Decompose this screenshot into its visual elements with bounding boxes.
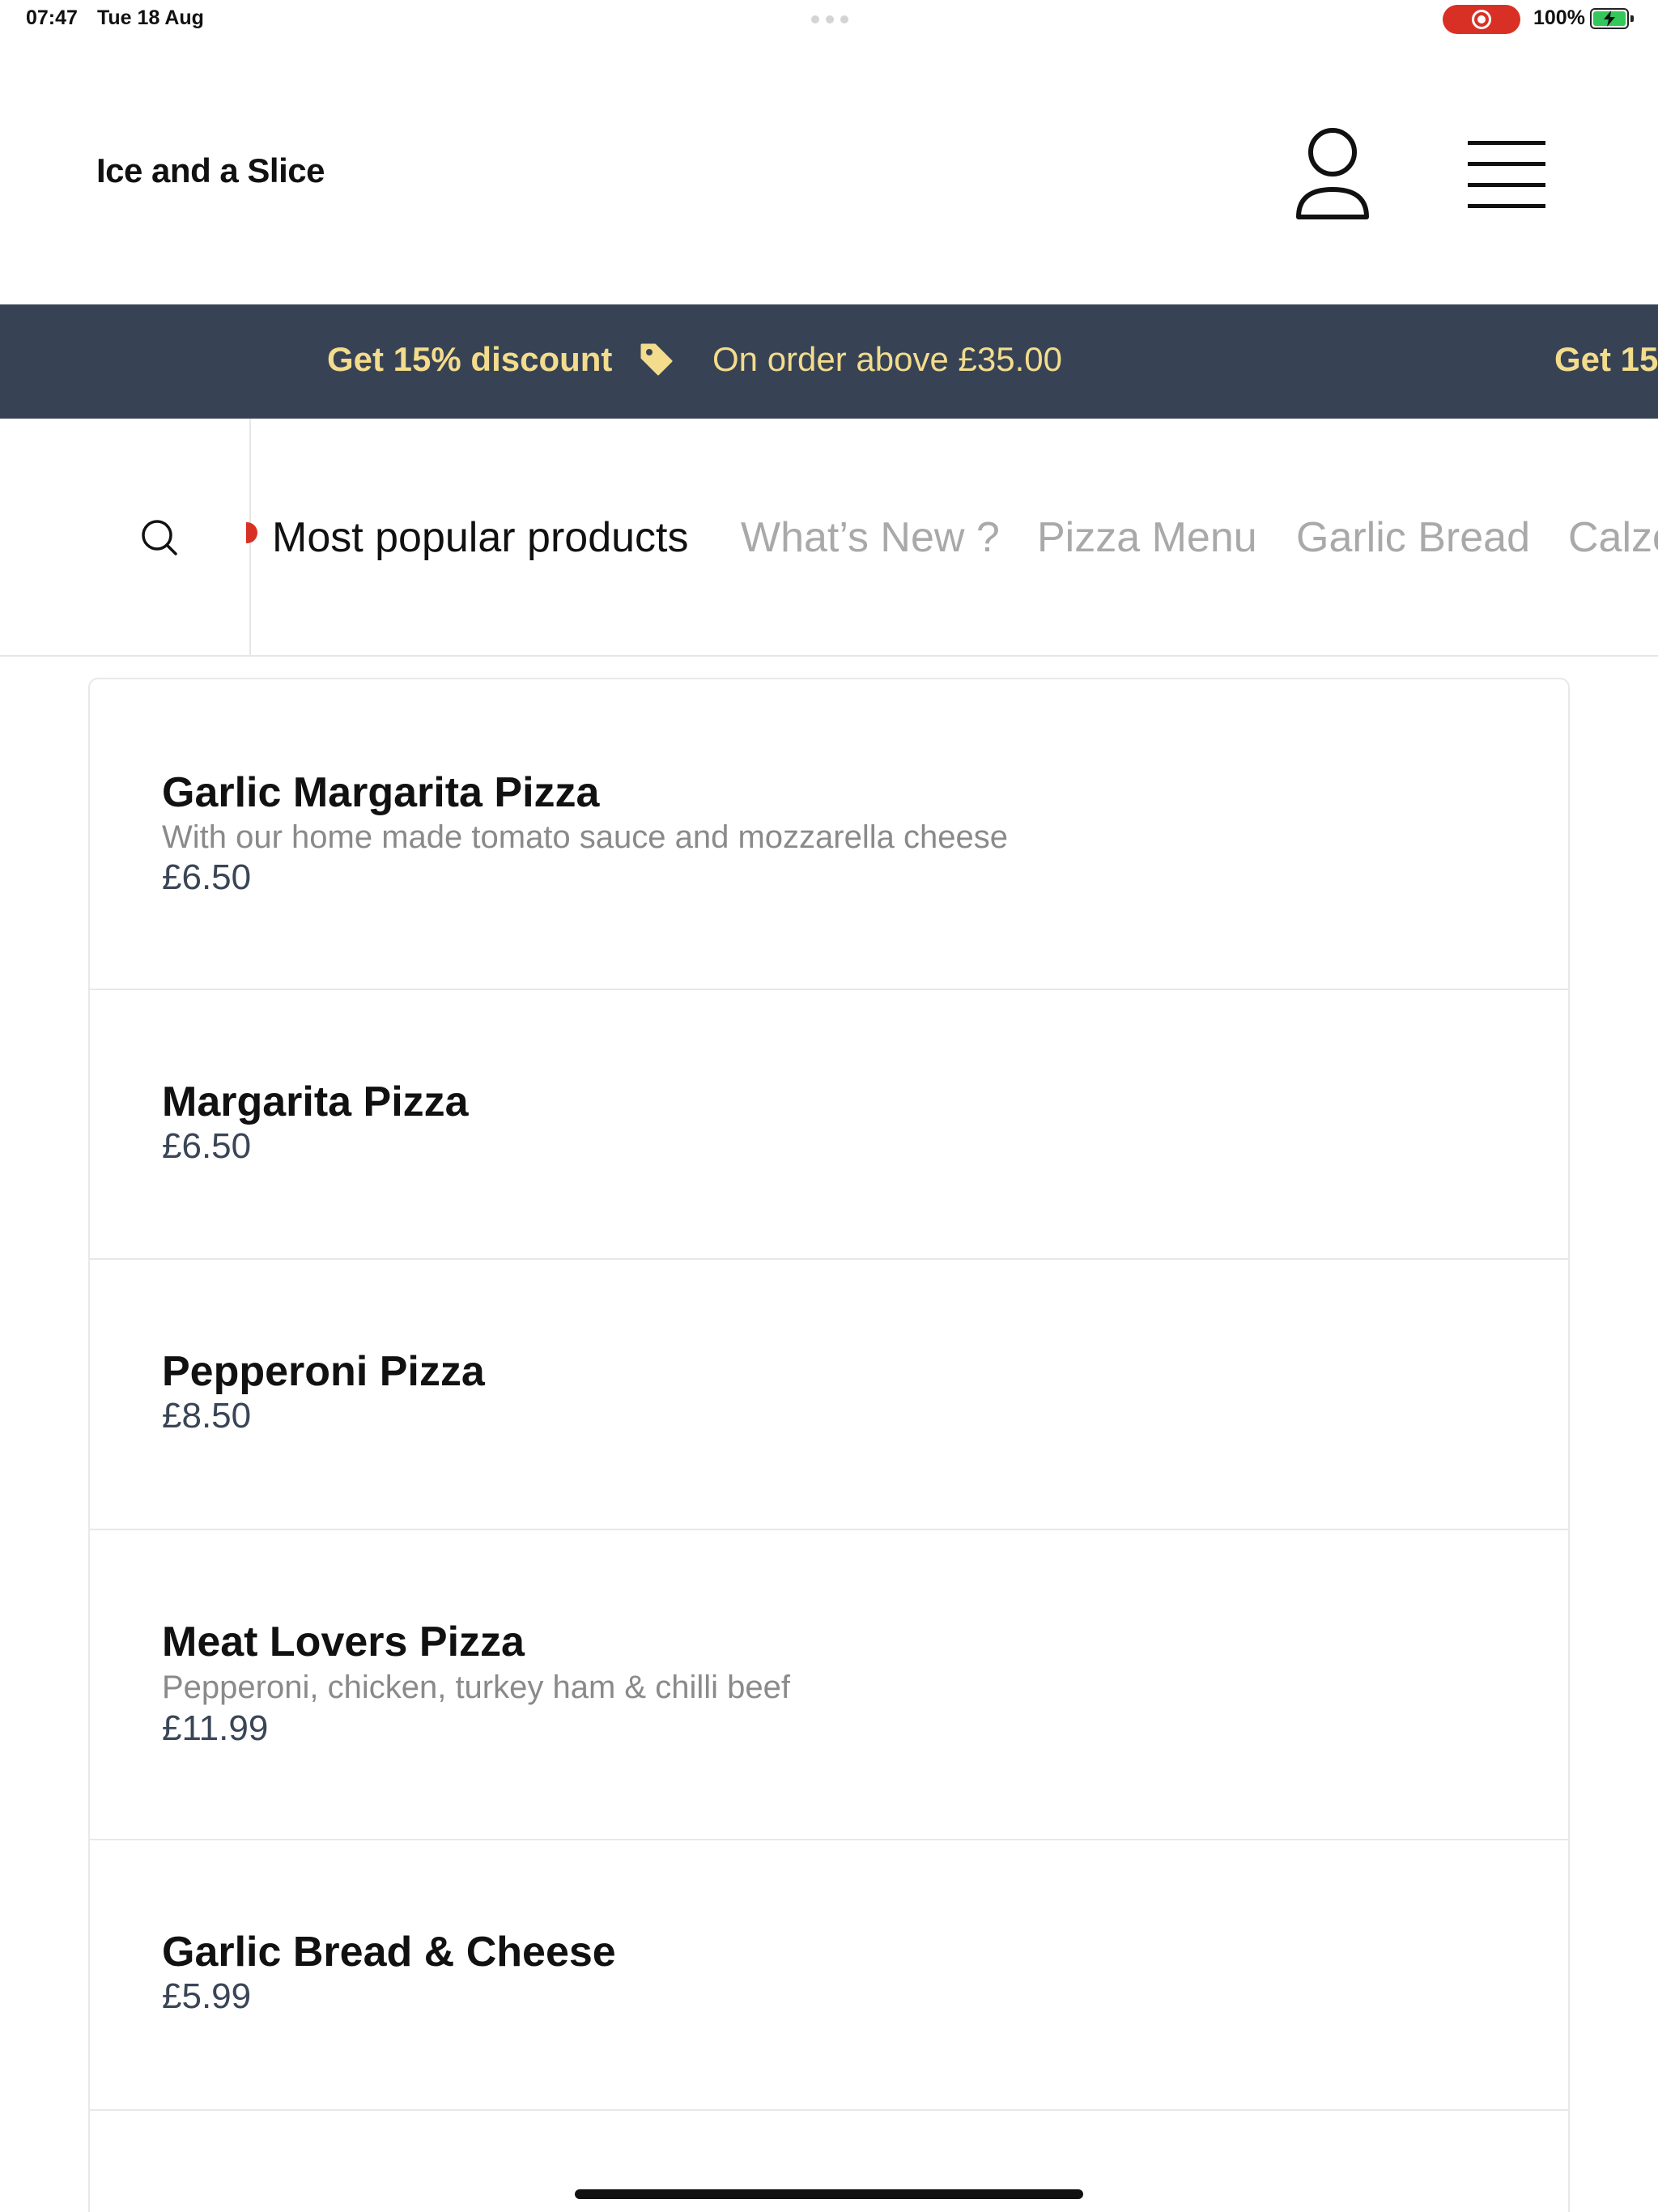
user-icon bbox=[1296, 128, 1369, 219]
product-price: £8.50 bbox=[162, 1396, 252, 1436]
product-price: £11.99 bbox=[162, 1708, 269, 1748]
status-date: Tue 18 Aug bbox=[97, 6, 204, 29]
product-item[interactable]: Garlic Margarita Pizza With our home mad… bbox=[90, 679, 1568, 990]
battery-charging-icon bbox=[1590, 8, 1634, 29]
product-price: £6.50 bbox=[162, 857, 252, 897]
home-indicator[interactable] bbox=[575, 2189, 1083, 2199]
product-name: Pepperoni Pizza bbox=[162, 1348, 485, 1395]
promo-headline-repeat: Get 15% bbox=[1554, 340, 1658, 378]
product-name: Margarita Pizza bbox=[162, 1078, 469, 1125]
product-name: Garlic Bread & Cheese bbox=[162, 1929, 616, 1976]
battery-percentage: 100% bbox=[1533, 6, 1585, 29]
multitasking-dots-icon[interactable] bbox=[811, 15, 848, 23]
brand-name[interactable]: Ice and a Slice bbox=[96, 151, 325, 190]
product-description: Pepperoni, chicken, turkey ham & chilli … bbox=[162, 1670, 790, 1705]
product-item[interactable]: Garlic Bread & Cheese £5.99 bbox=[90, 1840, 1568, 2111]
menu-button[interactable] bbox=[1464, 134, 1550, 215]
product-name: Garlic Margarita Pizza bbox=[162, 769, 600, 816]
tab-calzone[interactable]: Calzo bbox=[1568, 513, 1658, 562]
hamburger-menu-icon bbox=[1468, 141, 1545, 208]
tag-icon bbox=[640, 343, 673, 376]
status-bar: 07:47 Tue 18 Aug 100% bbox=[0, 0, 1658, 39]
tab-whats-new[interactable]: What’s New ? bbox=[741, 513, 1000, 562]
product-item[interactable]: Meat Lovers Pizza Pepperoni, chicken, tu… bbox=[90, 1530, 1568, 1840]
product-description: With our home made tomato sauce and mozz… bbox=[162, 819, 1008, 855]
promo-detail: On order above £35.00 bbox=[712, 340, 1062, 378]
screen-recording-indicator[interactable] bbox=[1443, 5, 1520, 34]
site-header: Ice and a Slice bbox=[0, 39, 1658, 304]
product-price: £5.99 bbox=[162, 1976, 252, 2016]
product-list: Garlic Margarita Pizza With our home mad… bbox=[88, 678, 1570, 2212]
search-button[interactable] bbox=[0, 419, 251, 655]
active-tab-indicator bbox=[246, 522, 257, 543]
record-icon bbox=[1472, 10, 1491, 29]
promo-banner: Get 15% discount On order above £35.00 G… bbox=[0, 304, 1658, 419]
product-name: Meat Lovers Pizza bbox=[162, 1619, 525, 1665]
product-item[interactable]: Margarita Pizza £6.50 bbox=[90, 990, 1568, 1260]
app-page: 07:47 Tue 18 Aug 100% Ice and a Slice Ge… bbox=[0, 0, 1658, 2212]
tab-garlic-bread[interactable]: Garlic Bread bbox=[1296, 513, 1530, 562]
product-price: £6.50 bbox=[162, 1126, 252, 1166]
search-icon bbox=[142, 520, 177, 555]
account-button[interactable] bbox=[1292, 126, 1373, 223]
category-nav: Most popular products What’s New ? Pizza… bbox=[0, 419, 1658, 657]
tab-most-popular[interactable]: Most popular products bbox=[272, 513, 689, 562]
status-time: 07:47 bbox=[26, 6, 78, 29]
tab-pizza-menu[interactable]: Pizza Menu bbox=[1037, 513, 1257, 562]
promo-headline: Get 15% discount bbox=[327, 340, 613, 378]
product-item[interactable]: Pepperoni Pizza £8.50 bbox=[90, 1260, 1568, 1530]
